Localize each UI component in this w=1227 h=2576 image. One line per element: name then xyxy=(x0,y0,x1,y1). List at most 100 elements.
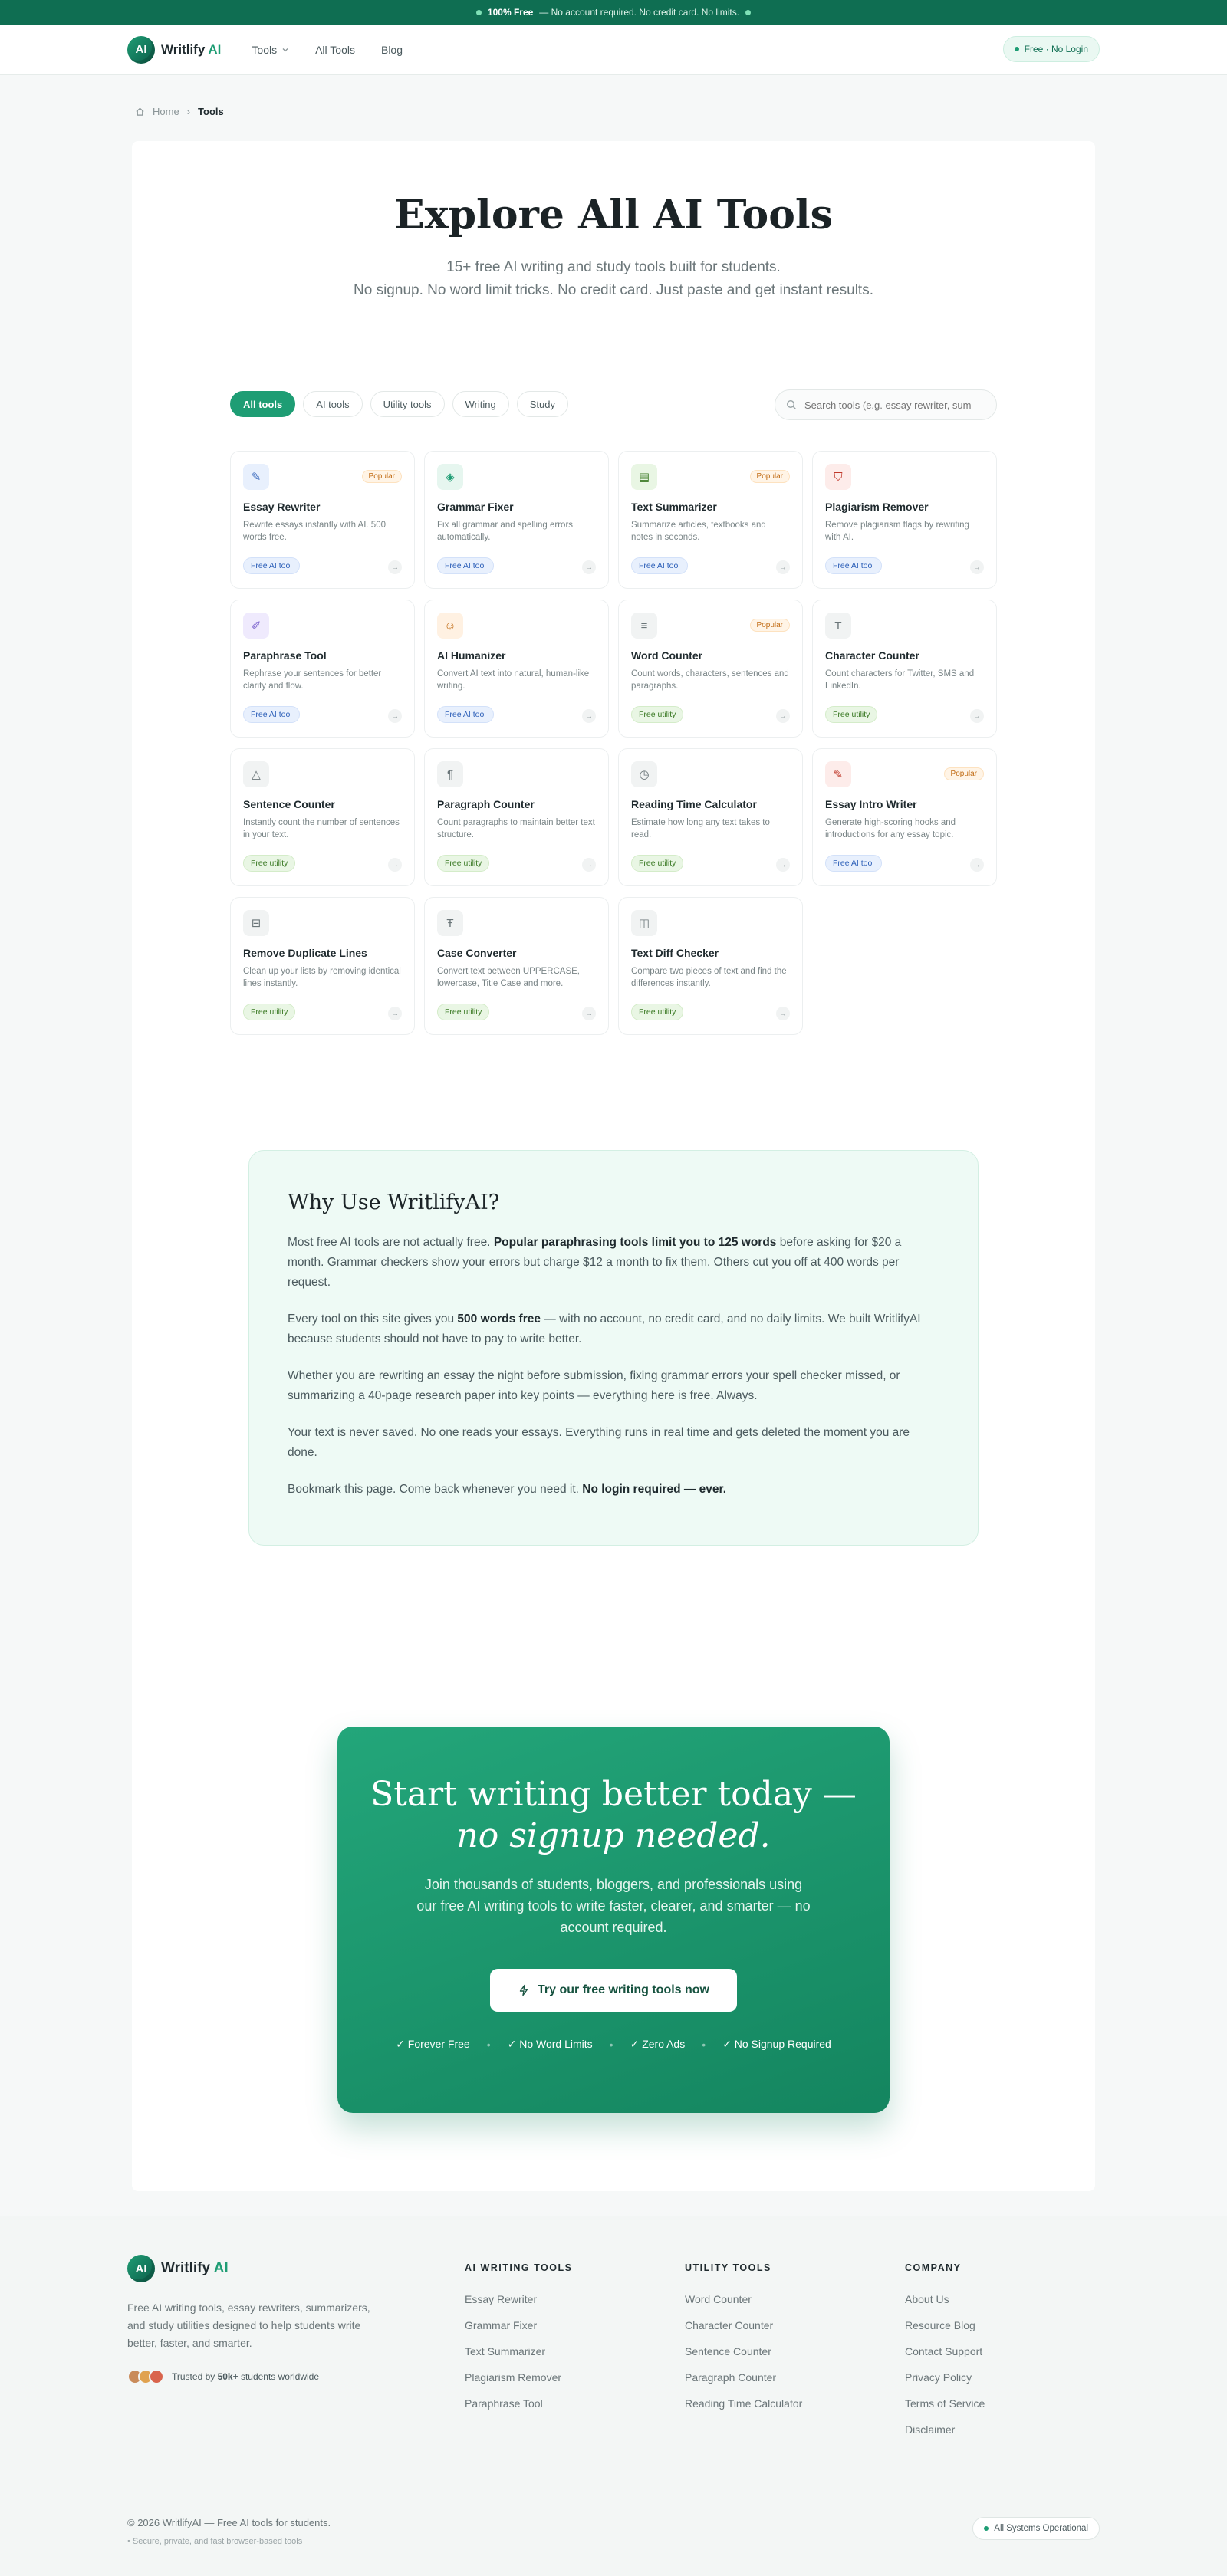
tool-card-description: Estimate how long any text takes to read… xyxy=(631,818,770,840)
footer-link[interactable]: Terms of Service xyxy=(905,2397,985,2410)
arrow-right-icon[interactable]: → xyxy=(388,858,402,872)
arrow-right-icon[interactable]: → xyxy=(582,560,596,574)
why-title: Why Use WritlifyAI? xyxy=(288,1191,500,1214)
footer-link[interactable]: Text Summarizer xyxy=(465,2345,572,2358)
footer-link[interactable]: About Us xyxy=(905,2293,985,2305)
filter-chip-ai-tools[interactable]: AI tools xyxy=(303,391,363,417)
footer-link[interactable]: Paraphrase Tool xyxy=(465,2397,572,2410)
search-input[interactable] xyxy=(804,399,981,411)
arrow-right-icon[interactable]: → xyxy=(970,709,984,723)
main-card: Explore All AI Tools 15+ free AI writing… xyxy=(132,141,1095,2191)
cta-title-line-1: Start writing better today — xyxy=(370,1775,857,1814)
tool-card[interactable]: ¶ Paragraph Counter Count paragraphs to ma… xyxy=(424,748,609,886)
footer-link[interactable]: Resource Blog xyxy=(905,2319,985,2331)
banner-dot-icon xyxy=(475,9,482,15)
tool-card[interactable]: ⊟ Remove Duplicate Lines Clean up your lis… xyxy=(230,897,415,1035)
breadcrumb-home[interactable]: Home xyxy=(153,106,179,117)
footer-link[interactable]: Disclaimer xyxy=(905,2423,985,2436)
why-p5-b: No login required — ever. xyxy=(582,1483,727,1496)
chevron-down-icon xyxy=(282,48,288,51)
tool-card[interactable]: ⛉ Plagiarism Remover Remove plagiarism fla… xyxy=(812,451,997,589)
tool-card-description: Fix all grammar and spelling errors auto… xyxy=(437,521,574,542)
footer-link[interactable]: Essay Rewriter xyxy=(465,2293,572,2305)
tool-card[interactable]: Ŧ Case Converter Convert text between UPPE… xyxy=(424,897,609,1035)
tool-card[interactable]: ✎ Popular Essay Intro Writer Generate high-… xyxy=(812,748,997,886)
tool-card[interactable]: ▤ Popular Text Summarizer Summarize article… xyxy=(618,451,803,589)
tool-card[interactable]: T Character Counter Count characters for T… xyxy=(812,600,997,738)
arrow-right-icon[interactable]: → xyxy=(582,858,596,872)
sentence-counter-icon: △ xyxy=(243,761,269,787)
why-paragraph-1: Most free AI tools are not actually free… xyxy=(288,1233,939,1293)
footer-link[interactable]: Sentence Counter xyxy=(685,2345,802,2358)
arrow-right-icon[interactable]: → xyxy=(388,560,402,574)
filter-chip-writing[interactable]: Writing xyxy=(452,391,509,417)
arrow-right-icon[interactable]: → xyxy=(776,858,790,872)
tool-card-title: AI Humanizer xyxy=(437,649,506,662)
footer-link[interactable]: Plagiarism Remover xyxy=(465,2371,572,2384)
tool-card-title: Sentence Counter xyxy=(243,798,335,810)
footer-link[interactable]: Character Counter xyxy=(685,2319,802,2331)
tool-card[interactable]: ✐ Paraphrase Tool Rephrase your sentences … xyxy=(230,600,415,738)
nav-link-blog[interactable]: Blog xyxy=(381,44,403,56)
footer-link[interactable]: Word Counter xyxy=(685,2293,802,2305)
page-subtitle-line-2: No signup. No word limit tricks. No cred… xyxy=(354,282,873,298)
system-status-label: All Systems Operational xyxy=(994,2524,1088,2533)
cta-feature-label: No Word Limits xyxy=(519,2038,593,2050)
footer-column-title: UTILITY TOOLS xyxy=(685,2262,771,2273)
popular-badge: Popular xyxy=(749,619,790,632)
arrow-right-icon[interactable]: → xyxy=(582,1007,596,1020)
filter-chip-study[interactable]: Study xyxy=(516,391,568,417)
footer-column-utility-tools: UTILITY TOOLS Word Counter Character Cou… xyxy=(685,2262,802,2423)
tool-card-tag: Free AI tool xyxy=(825,557,882,574)
nav-link-all-tools[interactable]: All Tools xyxy=(315,44,355,56)
arrow-right-icon[interactable]: → xyxy=(582,709,596,723)
nav-link-tools[interactable]: Tools xyxy=(252,44,289,56)
tool-card[interactable]: ☺ AI Humanizer Convert AI text into natura… xyxy=(424,600,609,738)
tool-card[interactable]: ≡ Popular Word Counter Count words, charact… xyxy=(618,600,803,738)
page-subtitle: 15+ free AI writing and study tools buil… xyxy=(132,256,1095,302)
breadcrumb: Home › Tools xyxy=(135,106,224,117)
top-banner: 100% Free — No account required. No cred… xyxy=(0,0,1227,25)
footer-link[interactable]: Privacy Policy xyxy=(905,2371,985,2384)
tool-grid: ✎ Popular Essay Rewriter Rewrite essays ins… xyxy=(230,451,997,1035)
tool-card[interactable]: △ Sentence Counter Instantly count the num… xyxy=(230,748,415,886)
system-status-badge[interactable]: All Systems Operational xyxy=(972,2517,1100,2540)
footer-link[interactable]: Grammar Fixer xyxy=(465,2319,572,2331)
tool-card[interactable]: ◫ Text Diff Checker Compare two pieces of … xyxy=(618,897,803,1035)
arrow-right-icon[interactable]: → xyxy=(776,709,790,723)
filter-chip-all-tools[interactable]: All tools xyxy=(230,391,296,417)
tool-card[interactable]: ◈ Grammar Fixer Fix all grammar and spelli… xyxy=(424,451,609,589)
remove-duplicate-lines-icon: ⊟ xyxy=(243,910,269,936)
footer-brand: AI Writlify AI Free AI writing tools, es… xyxy=(127,2255,380,2384)
arrow-right-icon[interactable]: → xyxy=(388,709,402,723)
logo[interactable]: AI Writlify AI xyxy=(127,35,221,64)
try-tools-button[interactable]: Try our free writing tools now xyxy=(489,1969,737,2012)
arrow-right-icon[interactable]: → xyxy=(970,858,984,872)
cta-feature-label: Zero Ads xyxy=(642,2038,686,2050)
arrow-right-icon[interactable]: → xyxy=(776,560,790,574)
tool-card-title: Case Converter xyxy=(437,947,517,959)
tool-card[interactable]: ✎ Popular Essay Rewriter Rewrite essays ins… xyxy=(230,451,415,589)
arrow-right-icon[interactable]: → xyxy=(970,560,984,574)
tool-card-title: Essay Intro Writer xyxy=(825,798,917,810)
tool-card-tag: Free utility xyxy=(631,706,684,723)
logo-brand: Writlify xyxy=(161,41,206,57)
arrow-right-icon[interactable]: → xyxy=(776,1007,790,1020)
footer-brand-name: Writlify xyxy=(161,2260,211,2276)
filter-chip-utility-tools[interactable]: Utility tools xyxy=(370,391,445,417)
breadcrumb-current: Tools xyxy=(198,106,224,117)
cta-section: Start writing better today — no signup n… xyxy=(337,1727,890,2113)
arrow-right-icon[interactable]: → xyxy=(388,1007,402,1020)
footer-link[interactable]: Reading Time Calculator xyxy=(685,2397,802,2410)
footer-column-title: AI WRITING TOOLS xyxy=(465,2262,573,2273)
footer-link[interactable]: Contact Support xyxy=(905,2345,985,2358)
page-subtitle-line-1: 15+ free AI writing and study tools buil… xyxy=(446,259,781,275)
nav-link-label: Tools xyxy=(252,43,278,56)
status-dot-icon xyxy=(1014,47,1019,51)
footer-logo[interactable]: AI Writlify AI xyxy=(127,2255,380,2282)
popular-badge: Popular xyxy=(943,767,984,780)
tool-card-title: Paraphrase Tool xyxy=(243,649,327,662)
tool-card-tag: Free utility xyxy=(437,1004,490,1020)
footer-link[interactable]: Paragraph Counter xyxy=(685,2371,802,2384)
tool-card[interactable]: ◷ Reading Time Calculator Estimate how lon… xyxy=(618,748,803,886)
